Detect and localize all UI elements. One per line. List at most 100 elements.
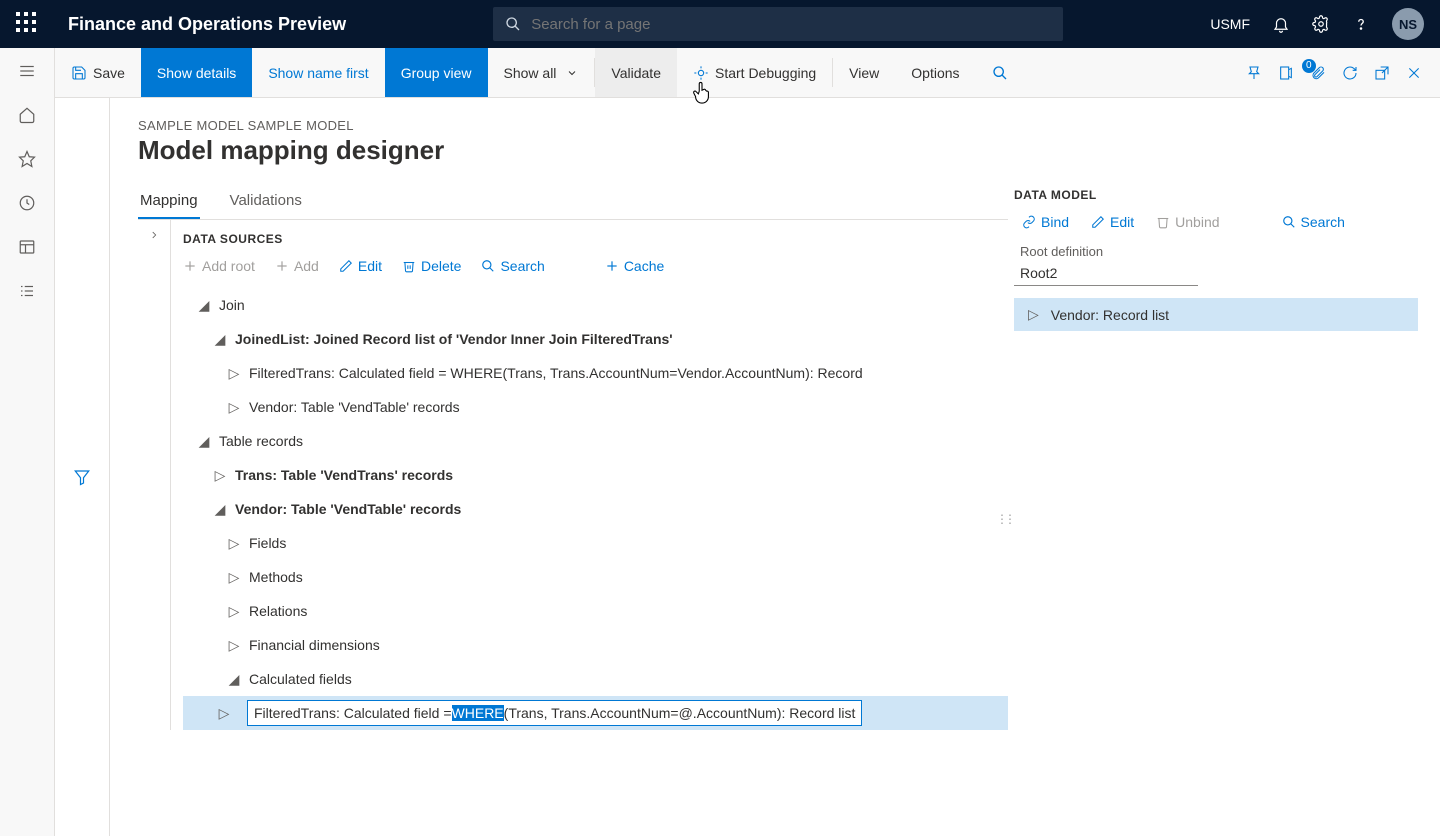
data-model-item[interactable]: ▷ Vendor: Record list xyxy=(1014,298,1418,331)
tree-row[interactable]: ▷Trans: Table 'VendTrans' records xyxy=(183,458,1008,492)
chevron-right-icon[interactable]: ▷ xyxy=(227,637,241,654)
debug-icon xyxy=(693,65,709,81)
search-icon xyxy=(992,65,1008,81)
refresh-icon[interactable] xyxy=(1342,65,1358,81)
tab-validations[interactable]: Validations xyxy=(228,184,304,219)
root-definition-field[interactable]: Root2 xyxy=(1014,261,1198,286)
pencil-icon xyxy=(1091,215,1105,229)
chevron-right-icon[interactable]: ▷ xyxy=(1028,306,1039,323)
open-in-office-icon[interactable] xyxy=(1278,65,1294,81)
bind-button[interactable]: Bind xyxy=(1022,214,1069,230)
tree-row[interactable]: ◢JoinedList: Joined Record list of 'Vend… xyxy=(183,322,1008,356)
link-icon xyxy=(1022,215,1036,229)
tree-row[interactable]: ◢Calculated fields xyxy=(183,662,1008,696)
resize-grip-icon[interactable]: ⋮⋮ xyxy=(996,512,1012,526)
chevron-right-icon[interactable]: ▷ xyxy=(227,603,241,620)
options-button[interactable]: Options xyxy=(895,48,975,97)
show-all-button[interactable]: Show all xyxy=(488,48,595,97)
chevron-right-icon[interactable]: ▷ xyxy=(227,569,241,586)
pin-icon[interactable] xyxy=(1246,65,1262,81)
close-icon[interactable] xyxy=(1406,65,1422,81)
recent-icon[interactable] xyxy=(18,194,36,212)
hamburger-icon[interactable] xyxy=(18,62,36,80)
find-button[interactable] xyxy=(976,48,1024,97)
tree-row[interactable]: ▷FilteredTrans: Calculated field = WHERE… xyxy=(183,356,1008,390)
user-avatar[interactable]: NS xyxy=(1392,8,1424,40)
edit-button[interactable]: Edit xyxy=(339,258,382,274)
chevron-down-icon[interactable]: ◢ xyxy=(227,671,241,688)
chevron-right-icon[interactable]: ▷ xyxy=(227,535,241,552)
chevron-right-icon[interactable]: ▷ xyxy=(213,467,227,484)
data-model-panel: DATA MODEL Bind Edit Unbind Search Root … xyxy=(1014,188,1418,331)
cache-button[interactable]: Cache xyxy=(605,258,664,274)
star-icon[interactable] xyxy=(18,150,36,168)
trash-icon xyxy=(1156,215,1170,229)
filter-column xyxy=(55,98,110,836)
chevron-down-icon[interactable]: ◢ xyxy=(197,297,211,314)
delete-button[interactable]: Delete xyxy=(402,258,461,274)
global-search[interactable] xyxy=(493,7,1063,41)
tree-row[interactable]: ◢Vendor: Table 'VendTable' records xyxy=(183,492,1008,526)
edit-binding-button[interactable]: Edit xyxy=(1091,214,1134,230)
view-button[interactable]: View xyxy=(833,48,895,97)
plus-icon xyxy=(275,259,289,273)
breadcrumb: SAMPLE MODEL SAMPLE MODEL xyxy=(138,118,1008,133)
pencil-icon xyxy=(339,259,353,273)
chevron-down-icon[interactable]: ◢ xyxy=(197,433,211,450)
attachments-icon[interactable]: 0 xyxy=(1310,65,1326,81)
add-root-button[interactable]: Add root xyxy=(183,258,255,274)
search-button[interactable]: Search xyxy=(481,258,544,274)
add-button[interactable]: Add xyxy=(275,258,319,274)
panel-collapse-handle[interactable] xyxy=(138,220,171,730)
modules-icon[interactable] xyxy=(18,282,36,300)
start-debugging-button[interactable]: Start Debugging xyxy=(677,48,832,97)
dm-search-button[interactable]: Search xyxy=(1282,214,1345,230)
data-sources-header: DATA SOURCES xyxy=(183,232,1008,246)
tab-mapping[interactable]: Mapping xyxy=(138,184,200,219)
unbind-button[interactable]: Unbind xyxy=(1156,214,1219,230)
search-icon xyxy=(505,16,521,32)
workspace-icon[interactable] xyxy=(18,238,36,256)
tree-row[interactable]: ▷Vendor: Table 'VendTable' records xyxy=(183,390,1008,424)
chevron-right-icon xyxy=(149,230,159,240)
tree-row[interactable]: ▷Fields xyxy=(183,526,1008,560)
tree-row[interactable]: ▷Relations xyxy=(183,594,1008,628)
chevron-down-icon xyxy=(566,67,578,79)
group-view-button[interactable]: Group view xyxy=(385,48,488,97)
tree-row[interactable]: ◢Join xyxy=(183,288,1008,322)
plus-icon xyxy=(605,259,619,273)
show-name-first-button[interactable]: Show name first xyxy=(252,48,384,97)
validate-button[interactable]: Validate xyxy=(595,48,677,97)
left-rail xyxy=(0,48,55,836)
tree-row[interactable]: ◢Table records xyxy=(183,424,1008,458)
chevron-right-icon[interactable]: ▷ xyxy=(227,365,241,382)
tree-row[interactable]: ▷Financial dimensions xyxy=(183,628,1008,662)
chevron-right-icon[interactable]: ▷ xyxy=(227,399,241,416)
selected-expression[interactable]: FilteredTrans: Calculated field = WHERE(… xyxy=(247,700,862,726)
tree-row[interactable]: ▷Methods xyxy=(183,560,1008,594)
chevron-down-icon[interactable]: ◢ xyxy=(213,501,227,518)
data-sources-tree: ◢Join ◢JoinedList: Joined Record list of… xyxy=(183,288,1008,730)
search-icon xyxy=(1282,215,1296,229)
legal-entity[interactable]: USMF xyxy=(1210,16,1250,32)
home-icon[interactable] xyxy=(18,106,36,124)
search-icon xyxy=(481,259,495,273)
root-definition-label: Root definition xyxy=(1014,244,1418,259)
page-title: Model mapping designer xyxy=(138,135,1008,166)
show-details-button[interactable]: Show details xyxy=(141,48,252,97)
top-bar: Finance and Operations Preview USMF NS xyxy=(0,0,1440,48)
tabs: Mapping Validations xyxy=(138,184,1008,220)
search-input[interactable] xyxy=(531,16,1051,33)
popout-icon[interactable] xyxy=(1374,65,1390,81)
gear-icon[interactable] xyxy=(1312,15,1330,33)
help-icon[interactable] xyxy=(1352,15,1370,33)
bell-icon[interactable] xyxy=(1272,15,1290,33)
chevron-right-icon[interactable]: ▷ xyxy=(217,705,231,722)
attachments-badge: 0 xyxy=(1302,59,1316,73)
filter-icon[interactable] xyxy=(73,118,91,836)
save-button[interactable]: Save xyxy=(55,48,141,97)
data-model-header: DATA MODEL xyxy=(1014,188,1418,202)
tree-row-selected[interactable]: ▷ FilteredTrans: Calculated field = WHER… xyxy=(183,696,1008,730)
chevron-down-icon[interactable]: ◢ xyxy=(213,331,227,348)
waffle-icon[interactable] xyxy=(16,12,40,36)
